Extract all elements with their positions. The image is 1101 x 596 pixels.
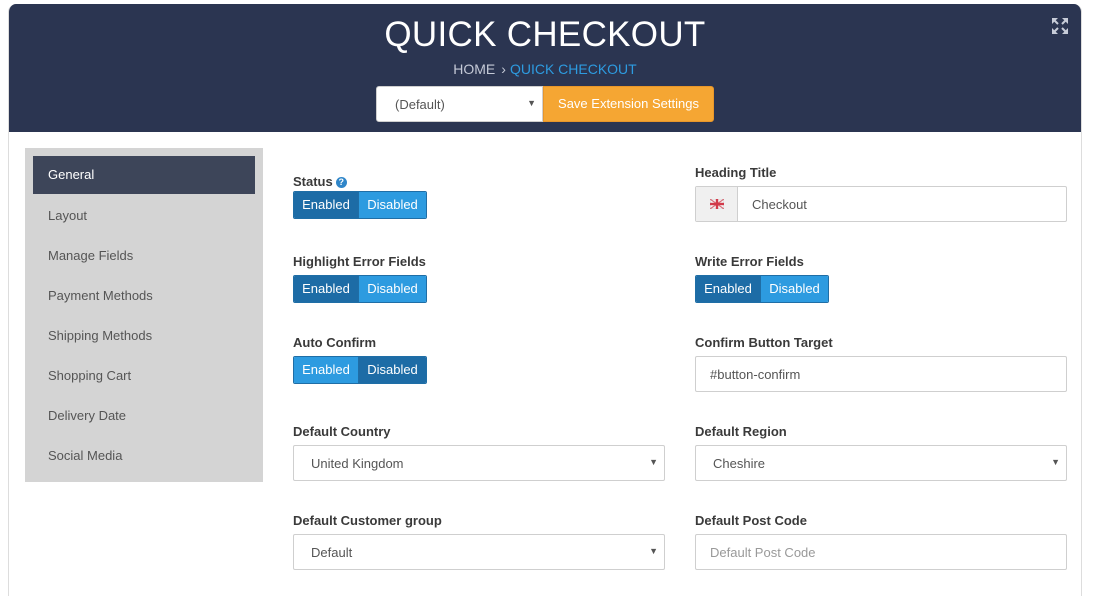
default-customer-group-value: Default — [311, 545, 353, 560]
page-header: QUICK CHECKOUT HOME › QUICK CHECKOUT (Defa… — [9, 4, 1081, 132]
settings-sidebar: General Layout Manage Fields Payment Met… — [25, 148, 263, 482]
write-error-fields-enabled-button[interactable]: Enabled — [696, 276, 760, 302]
highlight-error-fields-label: Highlight Error Fields — [293, 254, 426, 269]
page-title: QUICK CHECKOUT — [384, 15, 706, 54]
sidebar-item-general[interactable]: General — [33, 156, 255, 194]
heading-title-input[interactable]: Checkout — [695, 186, 1067, 222]
sidebar-item-shopping-cart[interactable]: Shopping Cart — [33, 356, 255, 396]
breadcrumb: HOME › QUICK CHECKOUT — [9, 61, 1081, 77]
auto-confirm-enabled-button[interactable]: Enabled — [294, 357, 358, 383]
default-country-select[interactable]: United Kingdom ▼ — [293, 445, 665, 481]
chevron-down-icon: ▼ — [649, 457, 658, 467]
default-post-code-input[interactable]: Default Post Code — [695, 534, 1067, 570]
chevron-down-icon: ▼ — [1051, 457, 1060, 467]
breadcrumb-separator: › — [501, 61, 506, 77]
highlight-error-fields-enabled-button[interactable]: Enabled — [294, 276, 358, 302]
language-addon — [696, 187, 738, 221]
auto-confirm-toggle[interactable]: Enabled Disabled — [293, 356, 427, 384]
status-disabled-button[interactable]: Disabled — [358, 192, 426, 218]
store-select[interactable]: (Default) ▼ — [376, 86, 543, 122]
breadcrumb-home-link[interactable]: HOME — [453, 61, 495, 77]
status-label-text: Status — [293, 174, 333, 189]
highlight-error-fields-disabled-button[interactable]: Disabled — [358, 276, 426, 302]
status-toggle[interactable]: Enabled Disabled — [293, 191, 427, 219]
default-country-label: Default Country — [293, 424, 391, 439]
uk-flag-icon — [710, 199, 724, 209]
default-region-value: Cheshire — [713, 456, 766, 471]
expand-arrows-icon[interactable] — [1051, 17, 1069, 35]
breadcrumb-current-link[interactable]: QUICK CHECKOUT — [510, 61, 637, 77]
default-post-code-placeholder: Default Post Code — [710, 545, 816, 560]
auto-confirm-disabled-button[interactable]: Disabled — [358, 357, 426, 383]
sidebar-item-payment-methods[interactable]: Payment Methods — [33, 276, 255, 316]
sidebar-item-delivery-date[interactable]: Delivery Date — [33, 396, 255, 436]
highlight-error-fields-toggle[interactable]: Enabled Disabled — [293, 275, 427, 303]
sidebar-item-social-media[interactable]: Social Media — [33, 436, 255, 476]
write-error-fields-disabled-button[interactable]: Disabled — [760, 276, 828, 302]
heading-title-value: Checkout — [752, 197, 807, 212]
save-extension-settings-button[interactable]: Save Extension Settings — [543, 86, 714, 122]
chevron-down-icon: ▼ — [649, 546, 658, 556]
sidebar-item-shipping-methods[interactable]: Shipping Methods — [33, 316, 255, 356]
confirm-button-target-input[interactable]: #button-confirm — [695, 356, 1067, 392]
confirm-button-target-label: Confirm Button Target — [695, 335, 833, 350]
help-icon[interactable]: ? — [335, 177, 347, 188]
default-region-select[interactable]: Cheshire ▼ — [695, 445, 1067, 481]
write-error-fields-label: Write Error Fields — [695, 254, 804, 269]
confirm-button-target-value: #button-confirm — [710, 367, 801, 382]
default-post-code-label: Default Post Code — [695, 513, 807, 528]
default-region-label: Default Region — [695, 424, 787, 439]
heading-title-label: Heading Title — [695, 165, 777, 180]
store-select-value: (Default) — [395, 97, 445, 112]
default-customer-group-select[interactable]: Default ▼ — [293, 534, 665, 570]
default-customer-group-label: Default Customer group — [293, 513, 442, 528]
status-enabled-button[interactable]: Enabled — [294, 192, 358, 218]
extension-panel: QUICK CHECKOUT HOME › QUICK CHECKOUT (Defa… — [8, 4, 1082, 596]
sidebar-item-manage-fields[interactable]: Manage Fields — [33, 236, 255, 276]
write-error-fields-toggle[interactable]: Enabled Disabled — [695, 275, 829, 303]
sidebar-item-layout[interactable]: Layout — [33, 196, 255, 236]
status-label: Status? — [293, 174, 347, 189]
chevron-down-icon: ▼ — [527, 98, 536, 108]
default-country-value: United Kingdom — [311, 456, 404, 471]
auto-confirm-label: Auto Confirm — [293, 335, 377, 350]
